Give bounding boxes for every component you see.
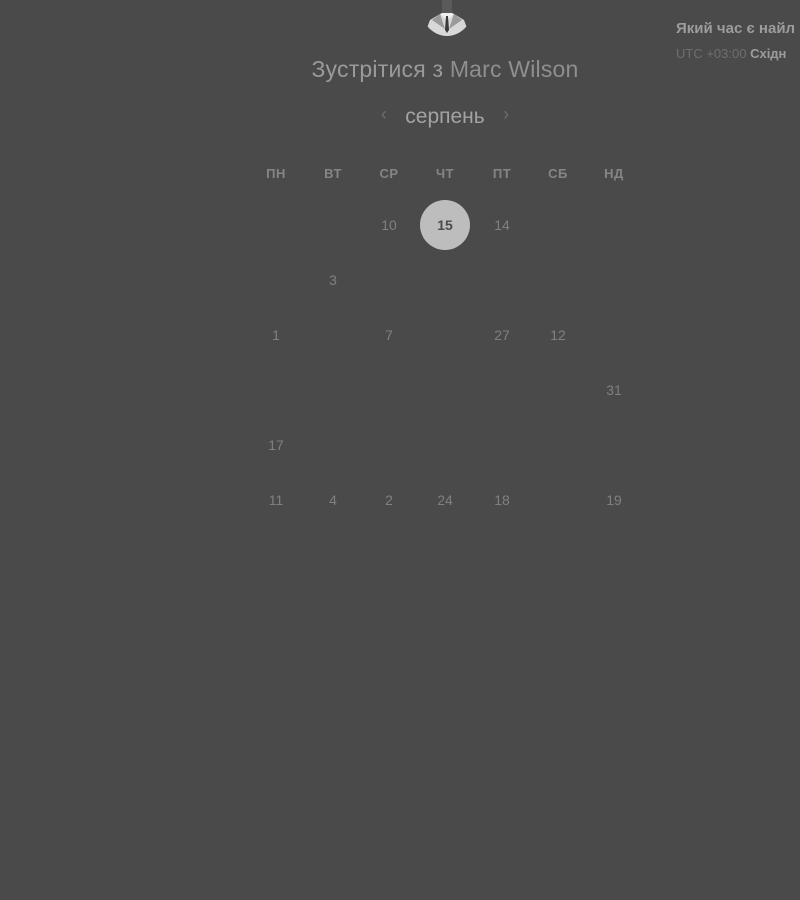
selected-day-cell[interactable]: 15 bbox=[420, 200, 470, 250]
day-cell[interactable]: 12 bbox=[533, 310, 583, 360]
day-cell bbox=[420, 365, 470, 415]
day-cell bbox=[477, 255, 527, 305]
chevron-left-icon[interactable]: ‹ bbox=[371, 104, 397, 125]
day-cell bbox=[589, 310, 639, 360]
current-month-label: серпень bbox=[405, 105, 485, 128]
day-cell bbox=[477, 420, 527, 470]
weekday-label: ЧТ bbox=[435, 166, 455, 181]
month-navigation: ‹ серпень › bbox=[0, 104, 800, 129]
day-cell bbox=[533, 200, 583, 250]
chevron-right-icon[interactable]: › bbox=[493, 104, 519, 125]
day-cell bbox=[589, 255, 639, 305]
day-cell bbox=[364, 420, 414, 470]
weekday-label: ПТ bbox=[492, 166, 512, 181]
day-cell bbox=[251, 255, 301, 305]
day-cell[interactable]: 19 bbox=[589, 475, 639, 525]
day-cell[interactable]: 11 bbox=[251, 475, 301, 525]
timezone-name: Східн bbox=[750, 46, 787, 61]
day-cell[interactable]: 7 bbox=[364, 310, 414, 360]
weekday-label: ВТ bbox=[324, 166, 342, 181]
day-cell bbox=[589, 200, 639, 250]
day-cell bbox=[589, 420, 639, 470]
day-cell bbox=[251, 365, 301, 415]
day-cell[interactable]: 4 bbox=[308, 475, 358, 525]
weekday-label: СР bbox=[379, 166, 399, 181]
day-cell bbox=[420, 310, 470, 360]
day-cell bbox=[533, 475, 583, 525]
title-prefix: Зустрітися з bbox=[311, 56, 444, 82]
weekday-header-row: ПН ВТ СР ЧТ ПТ СБ НД bbox=[0, 166, 800, 186]
scheduler-page: Зустрітися з Marc Wilson ‹ серпень › ПН В… bbox=[0, 0, 800, 900]
day-cell[interactable]: 3 bbox=[308, 255, 358, 305]
utc-offset: UTC +03:00 bbox=[676, 46, 747, 61]
time-selection-panel: Який час є найл UTC +03:00 Східн bbox=[676, 20, 795, 61]
day-cell bbox=[533, 365, 583, 415]
day-cell bbox=[308, 310, 358, 360]
day-cell bbox=[533, 255, 583, 305]
time-question-heading: Який час є найл bbox=[676, 20, 796, 37]
day-cell bbox=[420, 420, 470, 470]
day-cell bbox=[308, 200, 358, 250]
day-cell bbox=[420, 255, 470, 305]
day-cell bbox=[251, 200, 301, 250]
day-cell[interactable]: 2 bbox=[364, 475, 414, 525]
day-cell[interactable]: 18 bbox=[477, 475, 527, 525]
day-cell bbox=[533, 420, 583, 470]
day-cell bbox=[477, 365, 527, 415]
day-cell bbox=[364, 365, 414, 415]
day-cell[interactable]: 27 bbox=[477, 310, 527, 360]
weekday-label: НД bbox=[604, 166, 624, 181]
day-cell[interactable]: 10 bbox=[364, 200, 414, 250]
day-cell bbox=[308, 365, 358, 415]
host-name: Marc Wilson bbox=[449, 56, 579, 82]
timezone-selector[interactable]: UTC +03:00 Східн bbox=[676, 46, 795, 61]
weekday-label: СБ bbox=[548, 166, 568, 181]
day-cell[interactable]: 17 bbox=[251, 420, 301, 470]
host-avatar bbox=[420, 0, 474, 36]
weekday-label: ПН bbox=[266, 166, 286, 181]
day-cell[interactable]: 14 bbox=[477, 200, 527, 250]
day-cell bbox=[308, 420, 358, 470]
day-cell[interactable]: 24 bbox=[420, 475, 470, 525]
calendar-grid: 10 15 14 3 1 7 27 12 31 17 11 4 2 24 18 19 bbox=[0, 200, 800, 530]
day-cell[interactable]: 1 bbox=[251, 310, 301, 360]
day-cell[interactable]: 31 bbox=[589, 365, 639, 415]
day-cell bbox=[364, 255, 414, 305]
